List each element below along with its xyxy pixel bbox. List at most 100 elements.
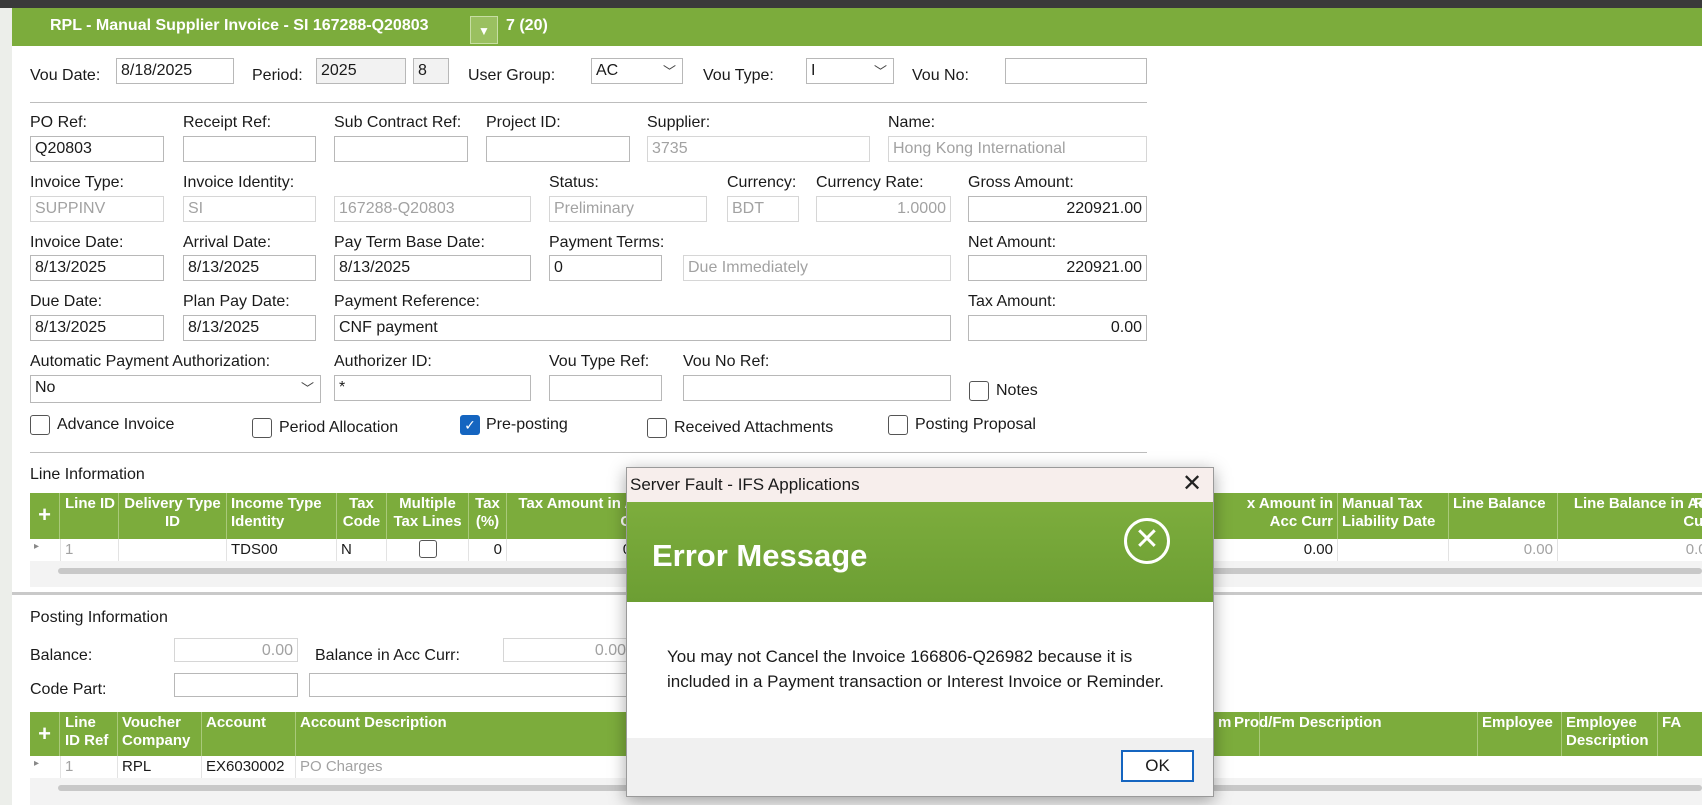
period-allocation-checkbox[interactable] <box>252 418 272 438</box>
user-group-select[interactable]: AC ﹀ <box>591 58 683 84</box>
due-date-field[interactable]: 8/13/2025 <box>30 315 164 341</box>
receipt-ref-field[interactable] <box>183 136 316 162</box>
cell-tax-code[interactable]: N <box>337 539 387 561</box>
period-allocation-label: Period Allocation <box>279 419 399 436</box>
close-icon[interactable]: ✕ <box>1175 470 1209 500</box>
col-voucher-company[interactable]: Voucher Company <box>118 712 202 756</box>
authorizer-id-label: Authorizer ID: <box>334 353 432 370</box>
pre-posting-checkbox[interactable]: ✓ <box>460 415 480 435</box>
cell-line-id[interactable]: 1 <box>61 539 119 561</box>
cell-tax-pct[interactable]: 0 <box>469 539 507 561</box>
vou-type-value: I <box>811 62 816 79</box>
col-line-id-ref[interactable]: Line ID Ref <box>61 712 118 756</box>
code-part-field[interactable] <box>174 673 298 697</box>
col-tax-code[interactable]: Tax Code <box>337 493 387 539</box>
cell-manual-tax-liability-date[interactable] <box>1338 539 1449 561</box>
balance-acc-field[interactable]: 0.00 <box>503 638 631 662</box>
screen-top-strip <box>0 0 1702 8</box>
error-circle-icon: ✕ <box>1124 518 1170 564</box>
tax-amount-field[interactable]: 0.00 <box>968 315 1147 341</box>
currency-rate-field[interactable]: 1.0000 <box>816 196 951 222</box>
net-amount-field[interactable]: 220921.00 <box>968 255 1147 281</box>
col-manual-tax-liability-date[interactable]: Manual Tax Liability Date <box>1338 493 1449 539</box>
vou-no-ref-field[interactable] <box>683 375 951 401</box>
vou-type-label: Vou Type: <box>703 67 774 84</box>
add-posting-plus-icon[interactable]: + <box>30 712 60 756</box>
currency-label: Currency: <box>727 174 797 191</box>
balance-acc-label: Balance in Acc Curr: <box>315 647 460 664</box>
payment-reference-field[interactable]: CNF payment <box>334 315 951 341</box>
user-group-label: User Group: <box>468 67 556 84</box>
payment-terms-field[interactable]: 0 <box>549 255 662 281</box>
cell-multiple-tax-lines[interactable] <box>387 539 469 561</box>
col-account[interactable]: Account <box>202 712 296 756</box>
cell-account-description[interactable]: PO Charges <box>296 756 636 778</box>
invoice-identity-no-field[interactable]: 167288-Q20803 <box>334 196 531 222</box>
pay-term-base-date-field[interactable]: 8/13/2025 <box>334 255 531 281</box>
col-extra[interactable]: R <box>1690 493 1702 539</box>
vou-type-select[interactable]: I ﹀ <box>806 58 894 84</box>
auto-payment-auth-select[interactable]: No ﹀ <box>30 375 321 403</box>
plan-pay-date-field[interactable]: 8/13/2025 <box>183 315 316 341</box>
name-label: Name: <box>888 114 936 131</box>
notes-checkbox[interactable] <box>969 381 989 401</box>
col-income-type-identity[interactable]: Income Type Identity <box>227 493 337 539</box>
ok-button[interactable]: OK <box>1121 750 1194 782</box>
col-tax-pct[interactable]: Tax (%) <box>469 493 507 539</box>
col-tax-amount-acc-right[interactable]: x Amount in Acc Curr <box>1216 493 1338 539</box>
payment-terms-label: Payment Terms: <box>549 234 665 251</box>
invoice-identity-series-field[interactable]: SI <box>183 196 316 222</box>
arrival-date-label: Arrival Date: <box>183 234 272 251</box>
status-field[interactable]: Preliminary <box>549 196 707 222</box>
po-ref-field[interactable]: Q20803 <box>30 136 164 162</box>
col-prod-fm-description[interactable]: Prod/Fm Description <box>1230 712 1478 756</box>
row-pointer-icon: ▸ <box>30 539 61 561</box>
col-fa[interactable]: FA <box>1658 712 1702 756</box>
advance-invoice-checkbox[interactable] <box>30 415 50 435</box>
col-multiple-tax-lines[interactable]: Multiple Tax Lines <box>387 493 469 539</box>
col-delivery-type-id[interactable]: Delivery Type ID <box>119 493 227 539</box>
period-year-field[interactable]: 2025 <box>316 58 406 84</box>
chevron-down-icon: ﹀ <box>873 64 887 79</box>
project-id-field[interactable] <box>486 136 630 162</box>
cell-line-id-ref[interactable]: 1 <box>61 756 118 778</box>
cell-line-balance[interactable]: 0.00 <box>1449 539 1558 561</box>
po-ref-label: PO Ref: <box>30 114 87 131</box>
invoice-date-field[interactable]: 8/13/2025 <box>30 255 164 281</box>
multiple-tax-lines-checkbox[interactable] <box>419 540 437 558</box>
cell-tax-amount-acc-right[interactable]: 0.00 <box>1216 539 1338 561</box>
error-dialog: Server Fault - IFS Applications ✕ Error … <box>626 467 1214 797</box>
sub-contract-ref-field[interactable] <box>334 136 468 162</box>
gross-amount-field[interactable]: 220921.00 <box>968 196 1147 222</box>
authorizer-id-field[interactable]: * <box>334 375 531 401</box>
posting-proposal-checkbox[interactable] <box>888 415 908 435</box>
cell-voucher-company[interactable]: RPL <box>118 756 202 778</box>
payment-reference-label: Payment Reference: <box>334 293 480 310</box>
cell-account[interactable]: EX6030002 <box>202 756 296 778</box>
col-employee[interactable]: Employee <box>1478 712 1562 756</box>
code-part-desc-field[interactable] <box>309 673 631 697</box>
col-line-id[interactable]: Line ID <box>61 493 119 539</box>
payment-terms-desc-field[interactable]: Due Immediately <box>683 255 951 281</box>
col-line-balance[interactable]: Line Balance <box>1449 493 1558 539</box>
vou-no-field[interactable] <box>1005 58 1147 84</box>
cell-line-balance-acc[interactable]: 0.00 <box>1558 539 1702 561</box>
add-line-plus-icon[interactable]: + <box>30 493 60 539</box>
cell-delivery-type-id[interactable] <box>119 539 227 561</box>
vou-date-field[interactable]: 8/18/2025 <box>116 58 234 84</box>
supplier-field[interactable]: 3735 <box>647 136 870 162</box>
vou-type-ref-field[interactable] <box>549 375 662 401</box>
balance-field[interactable]: 0.00 <box>174 638 298 662</box>
period-month-field[interactable]: 8 <box>413 58 449 84</box>
col-account-description[interactable]: Account Description <box>296 712 636 756</box>
name-field[interactable]: Hong Kong International <box>888 136 1147 162</box>
record-navigator-dropdown-icon[interactable]: ▼ <box>470 16 498 44</box>
col-employee-description[interactable]: Employee Description <box>1562 712 1658 756</box>
cell-income-type-identity[interactable]: TDS00 <box>227 539 337 561</box>
invoice-identity-label: Invoice Identity: <box>183 174 295 191</box>
currency-field[interactable]: BDT <box>727 196 799 222</box>
arrival-date-field[interactable]: 8/13/2025 <box>183 255 316 281</box>
col-line-balance-acc[interactable]: Line Balance in Acc Curr <box>1558 493 1702 539</box>
received-attachments-checkbox[interactable] <box>647 418 667 438</box>
invoice-type-field[interactable]: SUPPINV <box>30 196 164 222</box>
